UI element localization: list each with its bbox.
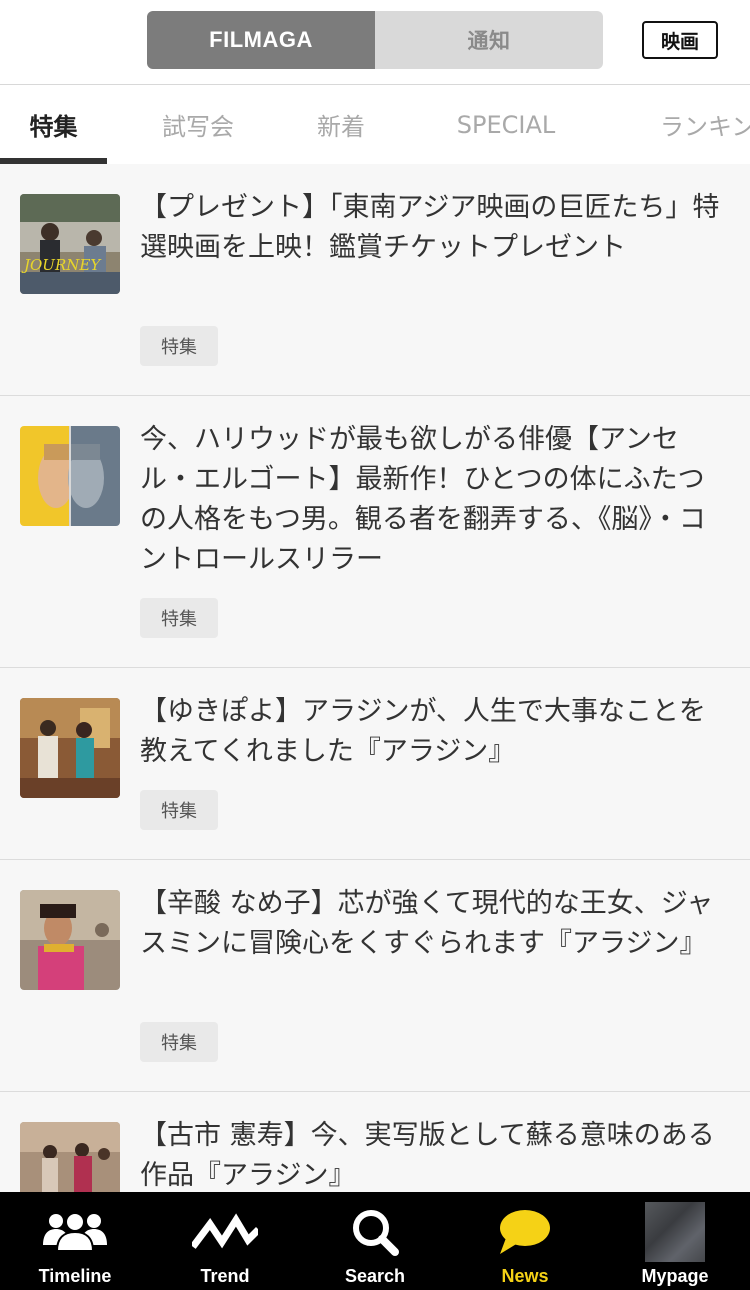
people-icon: [0, 1202, 150, 1262]
movie-still-aladdin-palace-icon: [20, 1122, 120, 1192]
tabbar-label: Search: [344, 1266, 406, 1286]
tabbar-label: News: [501, 1266, 549, 1286]
category-tag: 特集: [140, 790, 218, 830]
movie-still-jasmine-icon: [20, 890, 120, 990]
article-title: 【ゆきぽよ】アラジンが、人生で大事なことを教えてくれました『アラジン』: [140, 696, 706, 767]
category-tabs: 特集 試写会 新着 SPECIAL ランキング: [0, 85, 750, 164]
article-item[interactable]: 今、ハリウッドが最も欲しがる俳優【アンセル・エルゴート】最新作！ひとつの体にふた…: [0, 396, 750, 668]
movie-still-aladdin-market-icon: [20, 698, 120, 798]
top-header: FILMAGA 通知 映画: [0, 0, 750, 85]
article-title: 【辛酸 なめ子】芯が強くて現代的な王女、ジャスミンに冒険心をくすぐられます『アラ…: [140, 888, 714, 959]
tabbar-item-mypage[interactable]: Mypage: [600, 1192, 750, 1290]
tabbar-item-timeline[interactable]: Timeline: [0, 1192, 150, 1290]
tabbar-item-search[interactable]: Search: [300, 1192, 450, 1290]
article-title: 今、ハリウッドが最も欲しがる俳優【アンセル・エルゴート】最新作！ひとつの体にふた…: [140, 424, 706, 575]
article-item[interactable]: 【古市 憲寿】今、実写版として蘇る意味のある作品『アラジン』: [0, 1092, 750, 1192]
article-list: JOURNEY 【プレゼント】「東南アジア映画の巨匠たち」特選映画を上映！鑑賞チ…: [0, 164, 750, 1192]
category-tag: 特集: [140, 598, 218, 638]
genre-movie-button[interactable]: 映画: [642, 21, 718, 59]
movie-still-journey-icon: JOURNEY: [20, 194, 120, 294]
trend-icon: [150, 1202, 300, 1262]
tab-special[interactable]: SPECIAL: [436, 85, 576, 164]
tab-new[interactable]: 新着: [291, 85, 391, 164]
tabbar-label: Timeline: [38, 1266, 112, 1286]
tab-feature[interactable]: 特集: [0, 85, 107, 164]
article-title: 【古市 憲寿】今、実写版として蘇る意味のある作品『アラジン』: [140, 1120, 715, 1191]
tabbar-label: Trend: [200, 1266, 250, 1286]
article-item[interactable]: JOURNEY 【プレゼント】「東南アジア映画の巨匠たち」特選映画を上映！鑑賞チ…: [0, 164, 750, 396]
article-item[interactable]: 【辛酸 なめ子】芯が強くて現代的な王女、ジャスミンに冒険心をくすぐられます『アラ…: [0, 860, 750, 1092]
tab-ranking[interactable]: ランキング: [660, 85, 750, 164]
speech-bubble-icon: [450, 1202, 600, 1262]
movie-still-split-face-icon: [20, 426, 120, 526]
search-icon: [300, 1202, 450, 1262]
svg-text:JOURNEY: JOURNEY: [21, 256, 102, 274]
category-tag: 特集: [140, 1022, 218, 1062]
avatar: [600, 1202, 750, 1262]
category-tag: 特集: [140, 326, 218, 366]
tabbar-item-trend[interactable]: Trend: [150, 1192, 300, 1290]
bottom-tab-bar: Timeline Trend Search News Mypage: [0, 1192, 750, 1290]
tab-preview-screening[interactable]: 試写会: [143, 85, 253, 164]
article-title: 【プレゼント】「東南アジア映画の巨匠たち」特選映画を上映！鑑賞チケットプレゼント: [140, 192, 720, 263]
segment-filmaga[interactable]: FILMAGA: [147, 11, 375, 69]
article-item[interactable]: 【ゆきぽよ】アラジンが、人生で大事なことを教えてくれました『アラジン』 特集: [0, 668, 750, 860]
segment-notifications[interactable]: 通知: [375, 11, 603, 69]
tabbar-item-news[interactable]: News: [450, 1192, 600, 1290]
segmented-control: FILMAGA 通知: [147, 11, 603, 69]
tabbar-label: Mypage: [641, 1266, 709, 1286]
